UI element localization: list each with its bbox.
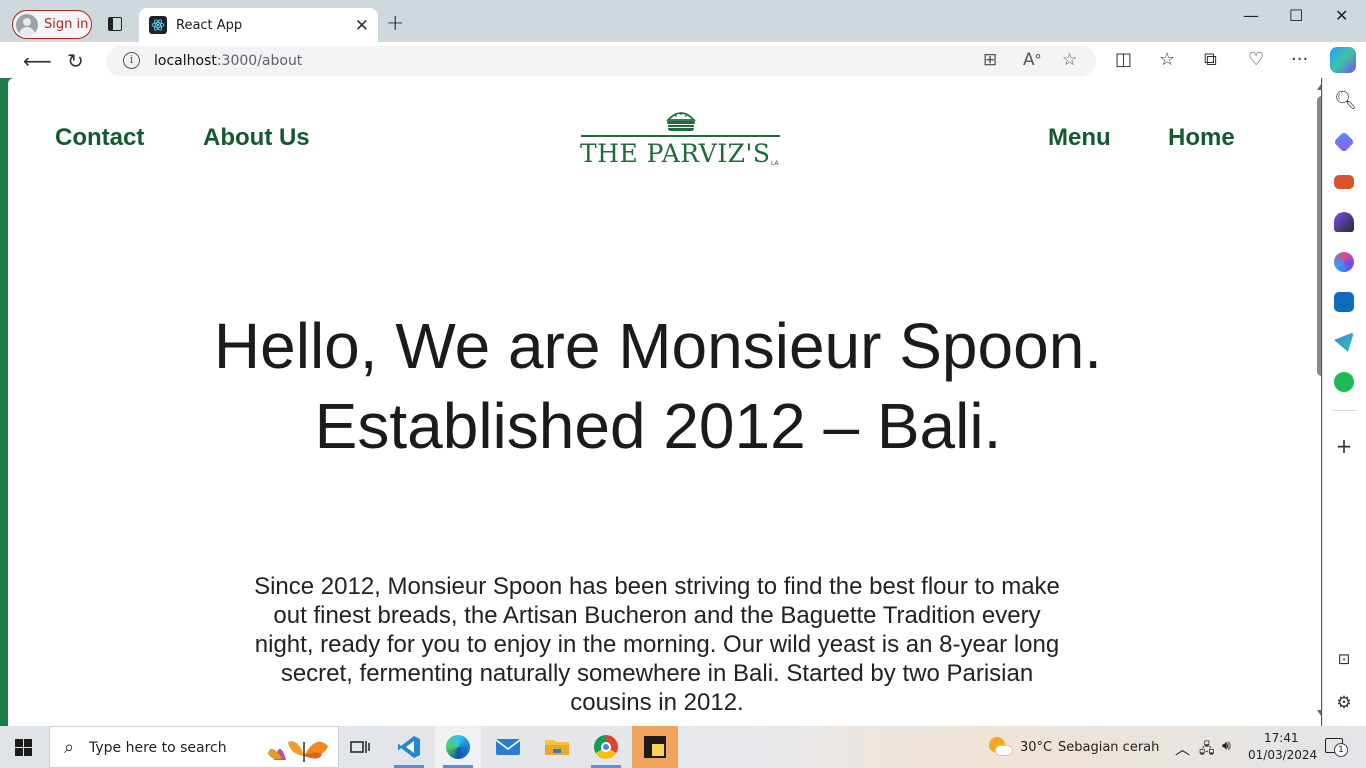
hero-line-2: Established 2012 – Bali. — [314, 390, 1002, 462]
windows-taskbar: ⌕ Type here to search 30°C Sebagian cera… — [0, 726, 1366, 768]
hide-sidebar-icon[interactable]: ⊡ — [1334, 650, 1354, 670]
chrome-taskbar-icon[interactable] — [583, 726, 629, 768]
favorite-star-icon[interactable]: ☆ — [1062, 50, 1077, 70]
vscode-taskbar-icon[interactable] — [386, 726, 432, 768]
site-info-icon[interactable]: i — [123, 52, 140, 69]
split-screen-icon[interactable]: ◫ — [1115, 49, 1132, 70]
notification-center-icon[interactable]: 1 — [1325, 738, 1348, 757]
drop-icon[interactable] — [1334, 332, 1354, 352]
scroll-thumb[interactable] — [1317, 96, 1321, 376]
burger-logo-icon — [666, 112, 696, 131]
scroll-down-arrow-icon[interactable] — [1317, 710, 1321, 716]
hero-heading: Hello, We are Monsieur Spoon. Establishe… — [8, 306, 1308, 466]
spotify-icon[interactable] — [1334, 372, 1354, 392]
shopping-tag-icon[interactable] — [1333, 131, 1355, 153]
intro-paragraph: Since 2012, Monsieur Spoon has been stri… — [254, 573, 1060, 716]
edge-sidebar: 🔍︎ + ⊡ ⚙ — [1322, 78, 1366, 726]
sticky-notes-taskbar-icon[interactable] — [632, 726, 678, 768]
file-explorer-taskbar-icon[interactable] — [534, 726, 580, 768]
weather-temperature[interactable]: 30°C — [1020, 740, 1052, 755]
tab-actions-icon[interactable] — [108, 17, 122, 31]
logo-suffix: LA — [771, 160, 779, 167]
show-hidden-icons-chevron-icon[interactable]: ︿ — [1175, 738, 1190, 759]
url-text[interactable]: localhost:3000/about — [154, 53, 302, 69]
volume-icon[interactable]: 🔊︎ — [1222, 738, 1231, 754]
logo-rule — [581, 135, 780, 137]
sign-in-label: Sign in — [44, 17, 89, 32]
nav-contact-link[interactable]: Contact — [55, 124, 144, 152]
page-viewport: Contact About Us THE PARVIZ'S LA Menu Ho… — [8, 78, 1321, 726]
butterfly-search-highlight-icon — [268, 741, 328, 762]
address-bar[interactable]: i localhost:3000/about ⊞ Aᐤ ☆ — [106, 46, 1096, 76]
weather-icon[interactable] — [987, 736, 1013, 758]
favorites-icon[interactable]: ☆ — [1159, 49, 1175, 70]
taskbar-search-box[interactable]: ⌕ Type here to search — [49, 726, 339, 768]
browser-essentials-icon[interactable]: ♡ — [1248, 49, 1264, 70]
copilot-icon[interactable] — [1330, 47, 1356, 73]
mail-taskbar-icon[interactable] — [485, 726, 531, 768]
settings-gear-icon[interactable]: ⚙ — [1334, 693, 1354, 713]
new-tab-icon[interactable]: + — [386, 11, 404, 36]
app-available-icon[interactable]: ⊞ — [983, 50, 997, 70]
task-view-icon[interactable] — [337, 726, 383, 768]
maximize-icon[interactable]: ☐ — [1289, 6, 1303, 25]
tools-icon[interactable] — [1334, 175, 1354, 189]
minimize-icon[interactable]: — — [1243, 6, 1259, 25]
title-bar: Sign in React App ✕ + — ☐ ✕ — [0, 0, 1366, 42]
back-icon[interactable]: ⟵ — [23, 49, 52, 73]
profile-avatar-icon — [16, 13, 38, 36]
refresh-icon[interactable]: ↻ — [67, 49, 84, 73]
nav-about-link[interactable]: About Us — [203, 124, 310, 152]
network-icon[interactable]: 🖧︎ — [1199, 738, 1215, 762]
more-menu-icon[interactable]: ··· — [1291, 49, 1308, 70]
weather-description[interactable]: Sebagian cerah — [1058, 740, 1159, 755]
microsoft-365-icon[interactable] — [1334, 252, 1354, 272]
react-favicon-icon — [149, 16, 167, 34]
edge-taskbar-icon[interactable] — [435, 726, 481, 768]
search-icon[interactable]: 🔍︎ — [1334, 90, 1357, 111]
tab-title: React App — [176, 17, 243, 33]
site-header: Contact About Us THE PARVIZ'S LA Menu Ho… — [8, 78, 1308, 198]
logo-text: THE PARVIZ'S — [580, 139, 771, 168]
search-magnifier-icon: ⌕ — [64, 737, 75, 758]
close-window-icon[interactable]: ✕ — [1335, 6, 1348, 25]
hero-line-1: Hello, We are Monsieur Spoon. — [213, 310, 1103, 382]
notification-count-badge: 1 — [1334, 743, 1348, 757]
profile-sign-in-button[interactable]: Sign in — [12, 10, 92, 39]
add-sidebar-app-icon[interactable]: + — [1334, 434, 1354, 458]
browser-toolbar: ⟵ ↻ i localhost:3000/about ⊞ Aᐤ ☆ ◫ ☆ ⧉ … — [0, 42, 1366, 78]
close-tab-icon[interactable]: ✕ — [355, 16, 369, 36]
nav-menu-link[interactable]: Menu — [1048, 124, 1111, 152]
clock-date[interactable]: 01/03/2024 — [1248, 748, 1317, 762]
site-logo[interactable]: THE PARVIZ'S LA — [580, 110, 782, 170]
read-aloud-icon[interactable]: Aᐤ — [1023, 50, 1041, 70]
windows-start-icon[interactable] — [15, 739, 32, 756]
page-scrollbar[interactable] — [1314, 78, 1321, 726]
nav-home-link[interactable]: Home — [1168, 124, 1235, 152]
outlook-icon[interactable] — [1334, 292, 1354, 312]
taskbar-search-placeholder: Type here to search — [89, 740, 227, 756]
browser-tab[interactable]: React App ✕ — [139, 8, 378, 42]
collections-icon[interactable]: ⧉ — [1204, 49, 1217, 70]
games-icon[interactable] — [1334, 212, 1354, 232]
clock-time[interactable]: 17:41 — [1264, 731, 1299, 745]
scroll-up-arrow-icon[interactable] — [1317, 84, 1321, 90]
sidebar-divider — [1333, 410, 1357, 411]
